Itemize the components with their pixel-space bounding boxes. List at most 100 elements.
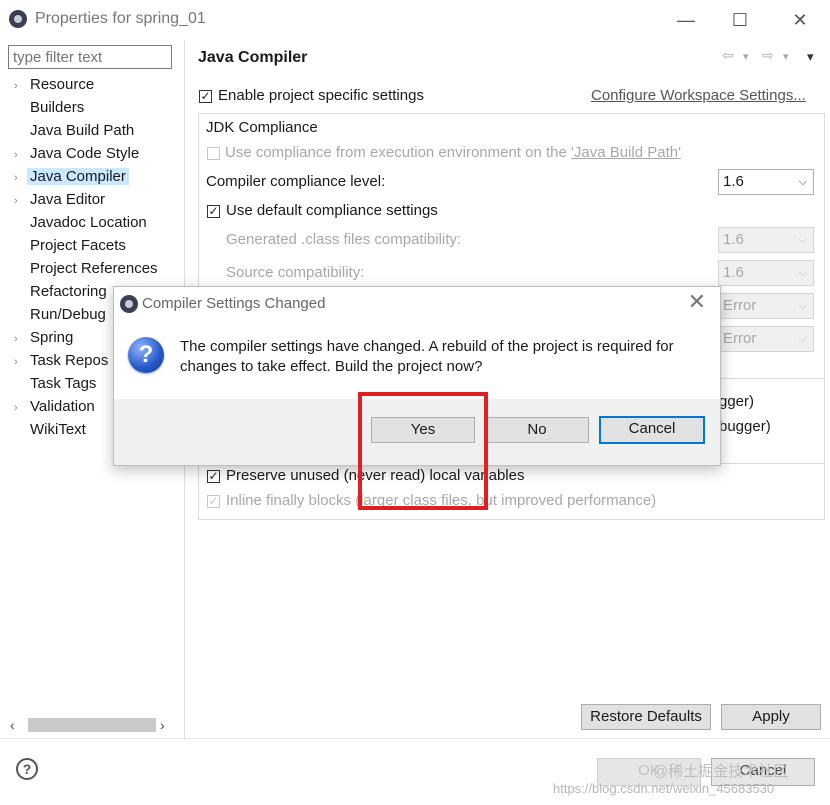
chevron-down-icon: ⌵ bbox=[798, 234, 807, 246]
tree-item[interactable]: › Spring bbox=[14, 327, 73, 349]
help-icon[interactable]: ? bbox=[16, 758, 38, 780]
forward-menu-icon[interactable]: ▾ bbox=[783, 50, 789, 63]
dialog-message: The compiler settings have changed. A re… bbox=[180, 338, 674, 375]
expand-arrow-icon[interactable]: › bbox=[14, 397, 30, 419]
preserve-unused-checkbox[interactable]: ✓ bbox=[207, 470, 220, 483]
scroll-thumb[interactable] bbox=[28, 718, 156, 732]
debugger-text-fragment-2: bugger) bbox=[719, 418, 771, 435]
tree-item[interactable]: Project References bbox=[14, 258, 158, 280]
tree-item[interactable]: › Task Repos bbox=[14, 350, 108, 372]
chevron-down-icon: ⌵ bbox=[798, 333, 807, 345]
back-icon[interactable]: ⇦ bbox=[722, 47, 734, 64]
tree-item[interactable]: Javadoc Location bbox=[14, 212, 147, 234]
source-compat-value: 1.6 bbox=[723, 264, 744, 281]
generated-class-select[interactable]: 1.6 ⌵ bbox=[718, 227, 814, 253]
highlight-box bbox=[358, 392, 488, 510]
watermark-brand: @稀土掘金技术社区 bbox=[653, 763, 789, 780]
minimize-button[interactable]: — bbox=[672, 8, 700, 32]
tree-item-label: Java Build Path bbox=[30, 122, 135, 139]
tree-item[interactable]: WikiText bbox=[14, 419, 86, 441]
inline-finally-checkbox[interactable]: ✓ bbox=[207, 495, 220, 508]
tree-item[interactable]: › Resource bbox=[14, 74, 94, 96]
use-compliance-label: Use compliance from execution environmen… bbox=[225, 144, 681, 161]
question-icon: ? bbox=[128, 337, 164, 373]
view-menu-icon[interactable]: ▾ bbox=[807, 49, 814, 65]
tree-item-label: Project Facets bbox=[30, 237, 126, 254]
dialog-close-icon[interactable]: ✕ bbox=[688, 289, 706, 315]
tree-item[interactable]: Builders bbox=[14, 97, 84, 119]
back-menu-icon[interactable]: ▾ bbox=[743, 50, 749, 63]
use-default-label: Use default compliance settings bbox=[226, 202, 438, 219]
expand-arrow-icon[interactable]: › bbox=[14, 351, 30, 373]
tree-item-label: Resource bbox=[30, 76, 95, 93]
source-compat-select[interactable]: 1.6 ⌵ bbox=[718, 260, 814, 286]
tree-item[interactable]: › Java Code Style bbox=[14, 143, 139, 165]
no-button[interactable]: No bbox=[485, 417, 589, 443]
tree-item-label: Javadoc Location bbox=[30, 214, 147, 231]
configure-workspace-link[interactable]: Configure Workspace Settings... bbox=[591, 87, 806, 104]
window-title: Properties for spring_01 bbox=[35, 10, 206, 27]
tree-item[interactable]: Run/Debug bbox=[14, 304, 106, 326]
dialog-cancel-button[interactable]: Cancel bbox=[599, 416, 705, 444]
close-button[interactable]: ✕ bbox=[786, 8, 814, 32]
use-compliance-checkbox[interactable] bbox=[207, 147, 220, 160]
expand-arrow-icon[interactable]: › bbox=[14, 328, 30, 350]
maximize-button[interactable]: ☐ bbox=[726, 8, 754, 32]
filter-input[interactable] bbox=[8, 45, 172, 69]
chevron-down-icon: ⌵ bbox=[798, 267, 807, 279]
error-select-1[interactable]: Error ⌵ bbox=[718, 293, 814, 319]
source-compat-label: Source compatibility: bbox=[226, 264, 365, 281]
tree-item[interactable]: Java Build Path bbox=[14, 120, 134, 142]
tree-item[interactable]: Task Tags bbox=[14, 373, 96, 395]
use-compliance-text: Use compliance from execution environmen… bbox=[225, 144, 572, 161]
tree-item[interactable]: › Java Editor bbox=[14, 189, 105, 211]
tree-item-label: Builders bbox=[30, 99, 85, 116]
tree-item-label: Java Editor bbox=[30, 191, 106, 208]
footer-separator bbox=[0, 738, 830, 739]
generated-class-value: 1.6 bbox=[723, 231, 744, 248]
restore-defaults-button[interactable]: Restore Defaults bbox=[581, 704, 711, 730]
error-select-2[interactable]: Error ⌵ bbox=[718, 326, 814, 352]
apply-button[interactable]: Apply bbox=[721, 704, 821, 730]
tree-item[interactable]: › Java Compiler bbox=[14, 166, 129, 188]
generated-class-label: Generated .class files compatibility: bbox=[226, 231, 462, 248]
error-value-1: Error bbox=[723, 297, 757, 314]
tree-item-label: Spring bbox=[30, 329, 74, 346]
enable-project-label: Enable project specific settings bbox=[218, 87, 424, 104]
debugger-text-fragment: gger) bbox=[719, 393, 755, 410]
tree-item[interactable]: › Validation bbox=[14, 396, 95, 418]
jdk-compliance-heading: JDK Compliance bbox=[206, 119, 322, 136]
title-bar: Properties for spring_01 — ☐ ✕ bbox=[0, 0, 830, 40]
tree-item-label: Task Repos bbox=[30, 352, 109, 369]
tree-item-label: WikiText bbox=[30, 421, 86, 438]
tree-item-label: Refactoring bbox=[30, 283, 107, 300]
enable-project-checkbox[interactable]: ✓ bbox=[199, 90, 212, 103]
forward-icon[interactable]: ⇨ bbox=[762, 47, 774, 64]
expand-arrow-icon[interactable]: › bbox=[14, 190, 30, 212]
chevron-down-icon: ⌵ bbox=[798, 176, 807, 188]
eclipse-icon bbox=[120, 295, 138, 313]
use-default-checkbox[interactable]: ✓ bbox=[207, 205, 220, 218]
java-build-path-link[interactable]: 'Java Build Path' bbox=[571, 144, 681, 161]
expand-arrow-icon[interactable]: › bbox=[14, 75, 30, 97]
dialog-title: Compiler Settings Changed bbox=[142, 295, 326, 312]
eclipse-icon bbox=[9, 10, 27, 28]
expand-arrow-icon[interactable]: › bbox=[14, 144, 30, 166]
page-title: Java Compiler bbox=[198, 49, 308, 66]
tree-item[interactable]: Project Facets bbox=[14, 235, 126, 257]
tree-horizontal-scrollbar[interactable]: ‹ › bbox=[8, 715, 178, 735]
compliance-level-select[interactable]: 1.6 ⌵ bbox=[718, 169, 814, 195]
tree-item-label: Task Tags bbox=[30, 375, 97, 392]
tree-item-label: Java Code Style bbox=[30, 145, 140, 162]
tree-item-label: Run/Debug bbox=[30, 306, 106, 323]
scroll-right-icon[interactable]: › bbox=[160, 715, 165, 735]
tree-item-label: Java Compiler bbox=[27, 168, 129, 185]
error-value-2: Error bbox=[723, 330, 757, 347]
tree-item[interactable]: Refactoring bbox=[14, 281, 107, 303]
tree-item-label: Validation bbox=[30, 398, 95, 415]
scroll-left-icon[interactable]: ‹ bbox=[10, 715, 15, 735]
chevron-down-icon: ⌵ bbox=[798, 300, 807, 312]
watermark-url: https://blog.csdn.net/weixin_45683530 bbox=[553, 781, 775, 796]
compliance-level-value: 1.6 bbox=[723, 173, 744, 190]
tree-item-label: Project References bbox=[30, 260, 158, 277]
